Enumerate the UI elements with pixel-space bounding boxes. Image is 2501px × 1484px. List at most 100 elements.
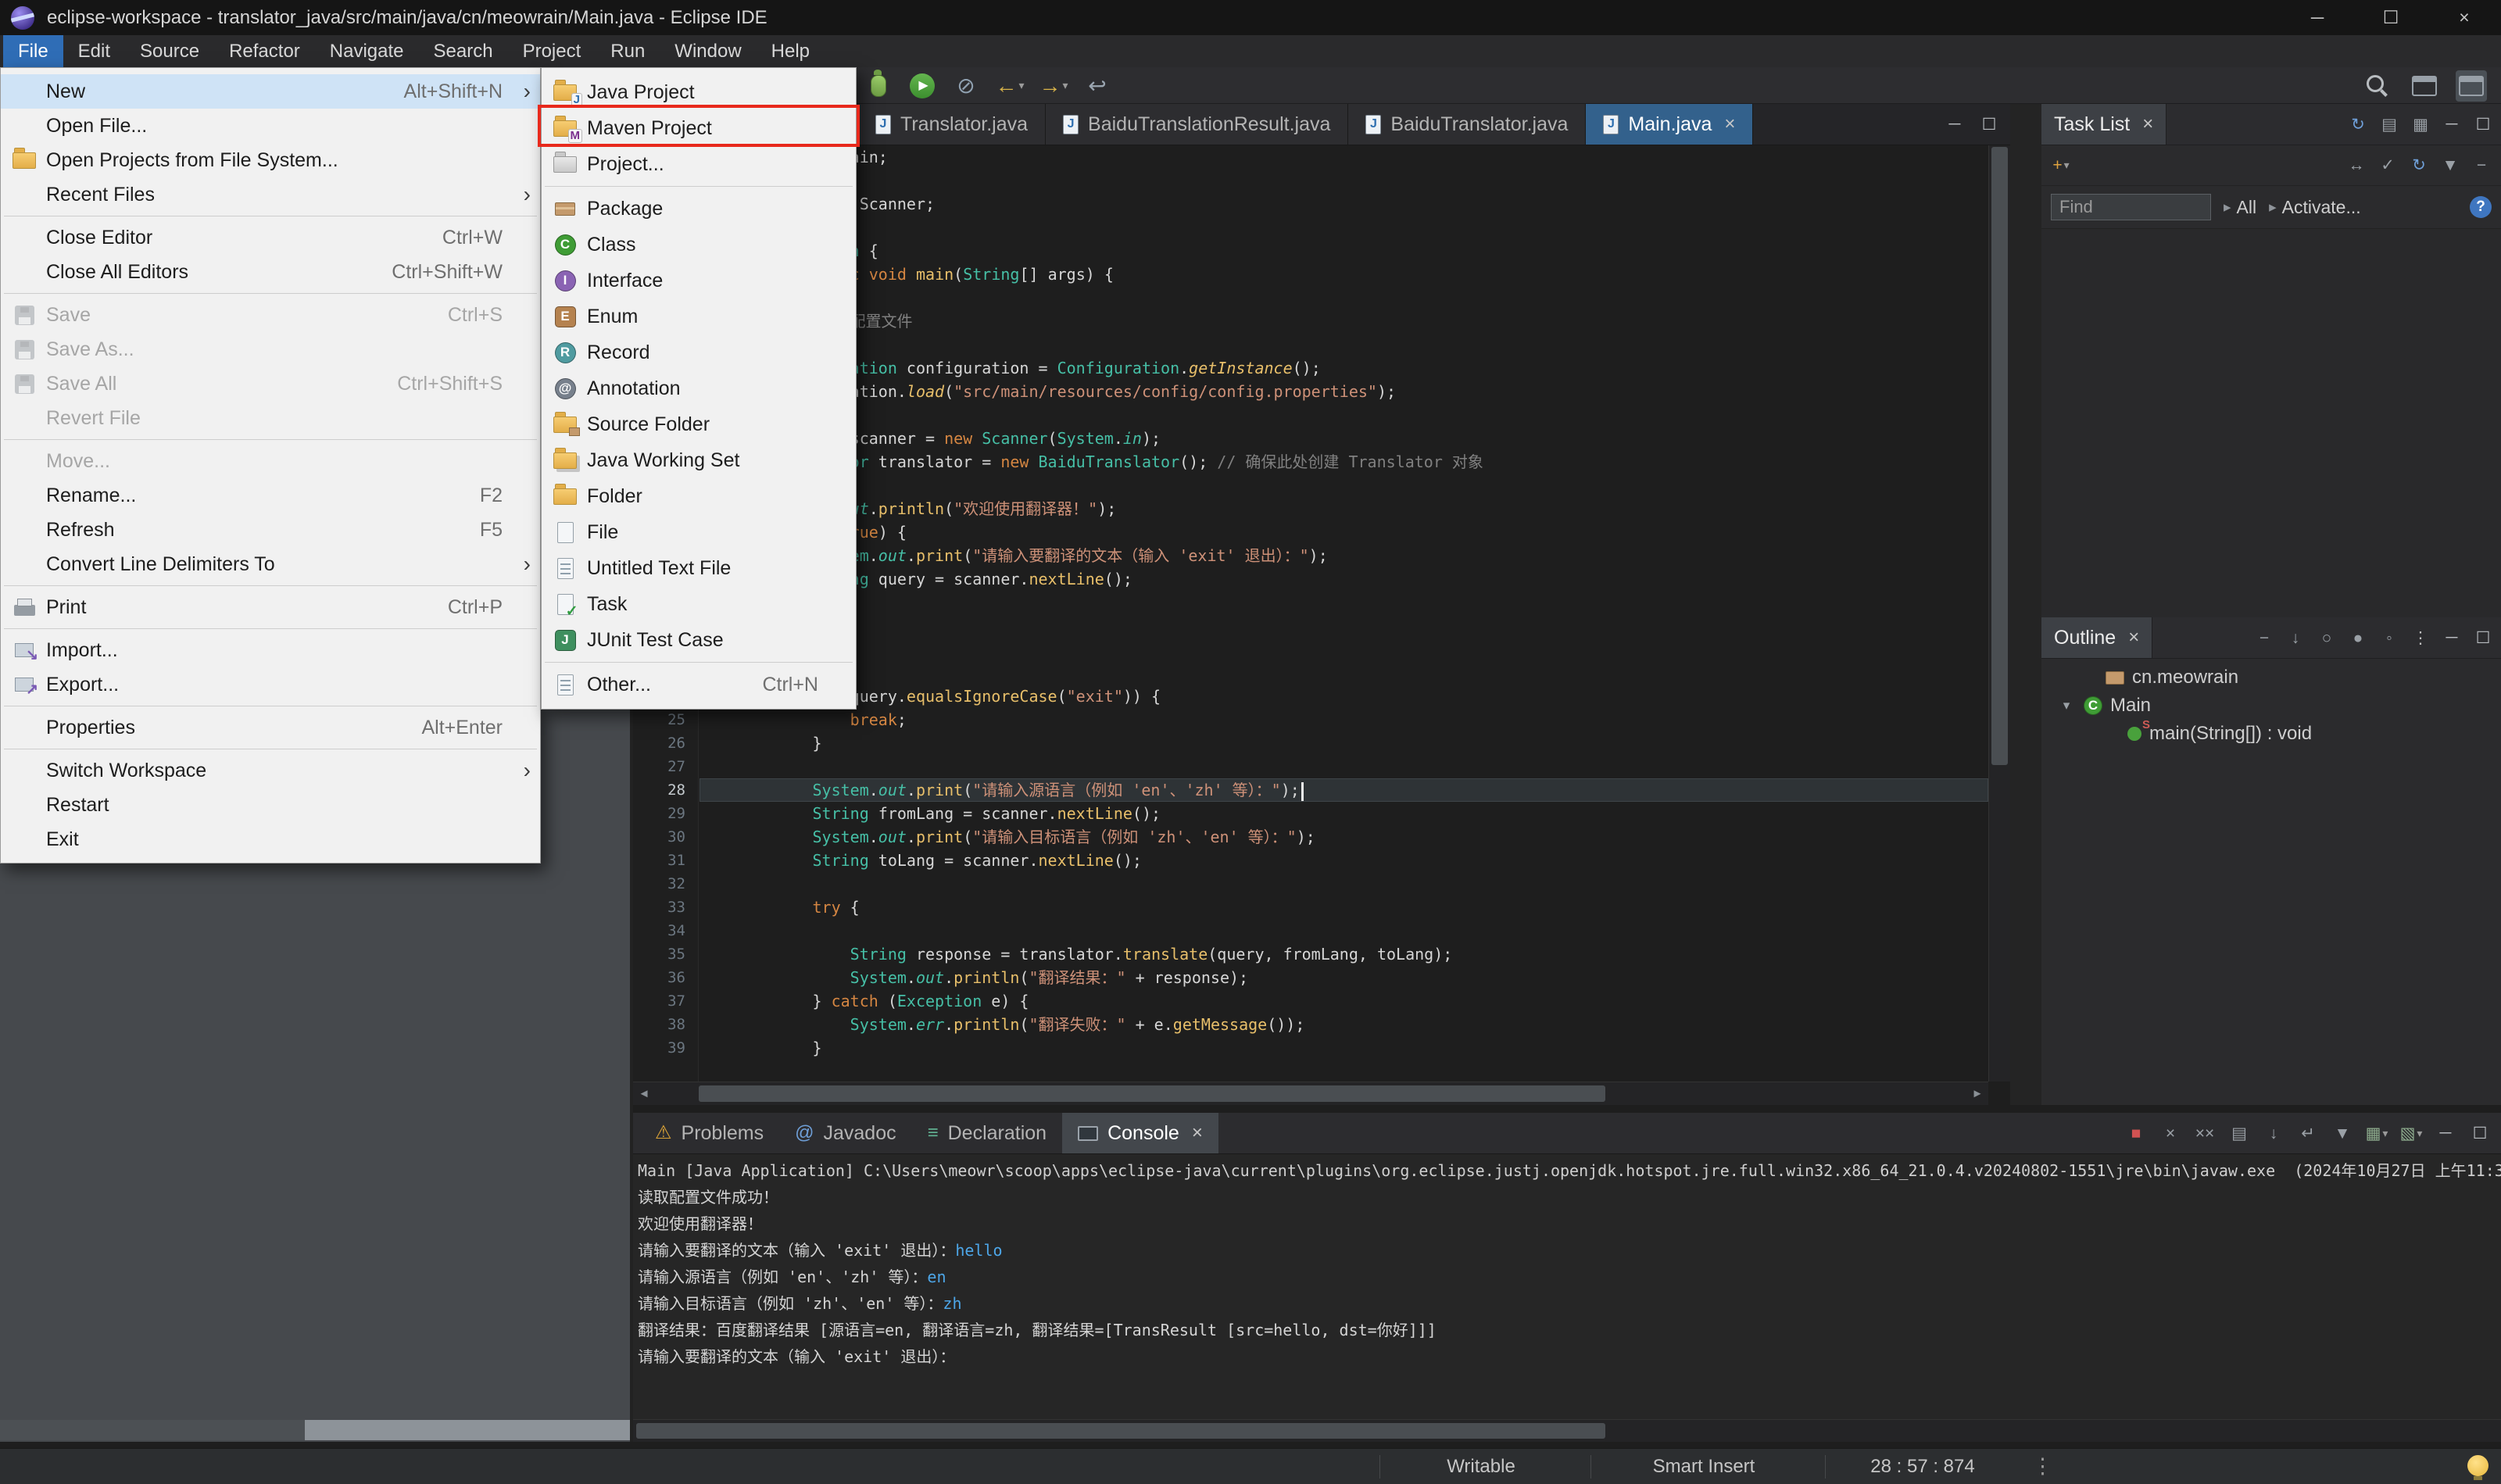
task-list-body[interactable] — [2041, 229, 2501, 617]
code-line[interactable]: System.out.println("欢迎使用翻译器！"); — [699, 497, 1988, 520]
code-line[interactable]: System.out.print("请输入要翻译的文本（输入 'exit' 退出… — [699, 544, 1988, 567]
code-line[interactable] — [699, 216, 1988, 239]
menu-item-untitled-text-file[interactable]: Untitled Text File — [542, 550, 856, 586]
menu-window[interactable]: Window — [660, 35, 756, 67]
menu-item-class[interactable]: C Class — [542, 227, 856, 263]
word-wrap-icon[interactable]: ↵ — [2296, 1121, 2320, 1145]
code-line[interactable]: System.err.println("翻译失败：" + e.getMessag… — [699, 1013, 1988, 1036]
link-with-editor-icon[interactable]: ↔ — [2345, 154, 2368, 177]
view-tab-javadoc[interactable]: @ Javadoc — [779, 1113, 912, 1153]
code-line[interactable]: System.out.print("请输入源语言（例如 'en'、'zh' 等）… — [699, 778, 1988, 802]
editor-vertical-scrollbar[interactable] — [1988, 145, 2010, 1082]
new-task-icon[interactable]: + ▾ — [2049, 154, 2073, 177]
minimize-view-icon[interactable]: ─ — [2434, 1121, 2457, 1145]
menu-item-revert-file[interactable]: Revert File — [1, 401, 540, 435]
left-panel-horizontal-scrollbar[interactable] — [0, 1420, 630, 1440]
scrollbar-thumb[interactable] — [0, 1420, 305, 1440]
sync-icon[interactable]: ↻ — [2407, 154, 2431, 177]
activate-link[interactable]: ▸ Activate... — [2269, 197, 2361, 218]
pin-console-icon[interactable]: ▼ — [2331, 1121, 2354, 1145]
code-line[interactable] — [699, 638, 1988, 661]
menu-project[interactable]: Project — [508, 35, 596, 67]
minimize-window-button[interactable]: ─ — [2281, 0, 2354, 35]
task-list-view-tab[interactable]: Task List × — [2041, 104, 2167, 145]
code-line[interactable] — [699, 286, 1988, 309]
menu-file[interactable]: File — [3, 35, 63, 67]
code-line[interactable]: if (query.equalsIgnoreCase("exit")) { — [699, 685, 1988, 708]
editor-tab-translator-java[interactable]: J Translator.java — [858, 104, 1047, 145]
status-overflow-icon[interactable]: ⋮ — [2032, 1449, 2053, 1484]
code-line[interactable]: Translator translator = new BaiduTransla… — [699, 450, 1988, 474]
menu-item-java-project[interactable]: J Java Project — [542, 74, 856, 110]
terminate-icon[interactable]: ■ — [2124, 1121, 2148, 1145]
scroll-left-arrow-icon[interactable]: ◄ — [633, 1082, 655, 1105]
line-number[interactable]: 37 — [633, 989, 698, 1013]
line-number[interactable]: 38 — [633, 1013, 698, 1036]
debug-icon[interactable] — [863, 69, 894, 102]
sync-tasks-icon[interactable]: ↻ — [2346, 113, 2370, 136]
code-line[interactable] — [699, 591, 1988, 614]
code-line[interactable]: } — [699, 1036, 1988, 1060]
code-line[interactable]: Configuration configuration = Configurat… — [699, 356, 1988, 380]
remove-all-launches-icon[interactable]: ×× — [2193, 1121, 2217, 1145]
remove-launch-icon[interactable]: × — [2159, 1121, 2182, 1145]
menu-item-open-file[interactable]: Open File... — [1, 109, 540, 143]
line-number[interactable]: 31 — [633, 849, 698, 872]
code-line[interactable]: while (true) { — [699, 520, 1988, 544]
hide-nonpublic-icon[interactable]: ◦ — [2378, 626, 2401, 649]
menu-item-package[interactable]: Package — [542, 191, 856, 227]
editor-tab-baidutranslationresult-java[interactable]: J BaiduTranslationResult.java — [1046, 104, 1349, 145]
view-tab-console[interactable]: Console × — [1062, 1113, 1218, 1153]
line-number[interactable]: 36 — [633, 966, 698, 989]
menu-item-rename[interactable]: Rename... F2 — [1, 478, 540, 513]
line-number[interactable]: 34 — [633, 919, 698, 942]
code-line[interactable] — [699, 919, 1988, 942]
menu-refactor[interactable]: Refactor — [214, 35, 315, 67]
line-number[interactable]: 32 — [633, 872, 698, 896]
view-tab-declaration[interactable]: ≡ Declaration — [912, 1113, 1062, 1153]
hide-fields-icon[interactable]: ○ — [2315, 626, 2338, 649]
display-selected-console-icon[interactable]: ▦ ▾ — [2365, 1121, 2388, 1145]
menu-item-record[interactable]: R Record — [542, 334, 856, 370]
outline-view-tab[interactable]: Outline × — [2041, 617, 2153, 658]
filter-all-link[interactable]: ▸ All — [2224, 197, 2256, 218]
menu-source[interactable]: Source — [125, 35, 214, 67]
menu-item-folder[interactable]: Folder — [542, 478, 856, 514]
outline-item-cn-meowrain[interactable]: cn.meowrain — [2041, 663, 2501, 692]
code-line[interactable]: } — [699, 731, 1988, 755]
code-line[interactable]: System.out.print("请输入目标语言（例如 'zh'、'en' 等… — [699, 825, 1988, 849]
collapse-all-icon[interactable]: − — [2470, 154, 2493, 177]
code-line[interactable]: } catch (Exception e) { — [699, 989, 1988, 1013]
code-line[interactable] — [699, 169, 1988, 192]
code-line[interactable]: System.out.println("翻译结果：" + response); — [699, 966, 1988, 989]
code-line[interactable]: Scanner scanner = new Scanner(System.in)… — [699, 427, 1988, 450]
editor-horizontal-scrollbar[interactable]: ◄ ► — [633, 1082, 1988, 1105]
editor-sidebar-sash[interactable] — [2010, 104, 2041, 1105]
filter-icon[interactable]: ▼ — [2438, 154, 2462, 177]
hide-static-icon[interactable]: ● — [2346, 626, 2370, 649]
menu-item-convert-line-delimiters-to[interactable]: Convert Line Delimiters To › — [1, 547, 540, 581]
menu-item-close-all-editors[interactable]: Close All Editors Ctrl+Shift+W — [1, 255, 540, 289]
code-line[interactable]: String response = translator.translate(q… — [699, 942, 1988, 966]
minimize-view-icon[interactable]: ─ — [1943, 113, 1966, 136]
code-content[interactable]: package cn.meowrain; import java.util.Sca… — [699, 145, 1988, 1082]
java-perspective-icon[interactable] — [2456, 70, 2487, 102]
menu-item-import[interactable]: ↘ Import... — [1, 633, 540, 667]
code-line[interactable]: String toLang = scanner.nextLine(); — [699, 849, 1988, 872]
code-line[interactable] — [699, 755, 1988, 778]
menu-edit[interactable]: Edit — [63, 35, 125, 67]
view-tab-problems[interactable]: ⚠ Problems — [639, 1113, 779, 1153]
forward-icon[interactable]: → ▾ — [1038, 70, 1069, 102]
close-window-button[interactable]: × — [2428, 0, 2501, 35]
outline-item-main-string-void[interactable]: Smain(String[]) : void — [2041, 718, 2501, 748]
search-icon[interactable] — [2362, 70, 2393, 102]
menu-navigate[interactable]: Navigate — [315, 35, 419, 67]
close-view-icon[interactable]: × — [2128, 627, 2139, 649]
scrollbar-thumb[interactable] — [1991, 147, 2008, 765]
maximize-view-icon[interactable]: ☐ — [2471, 113, 2495, 136]
clear-console-icon[interactable]: ▤ — [2227, 1121, 2251, 1145]
maximize-view-icon[interactable]: ☐ — [1977, 113, 2001, 136]
outline-item-main[interactable]: ▾ C Main — [2041, 692, 2501, 720]
menu-item-save-as[interactable]: Save As... — [1, 332, 540, 367]
menu-item-move[interactable]: Move... — [1, 444, 540, 478]
